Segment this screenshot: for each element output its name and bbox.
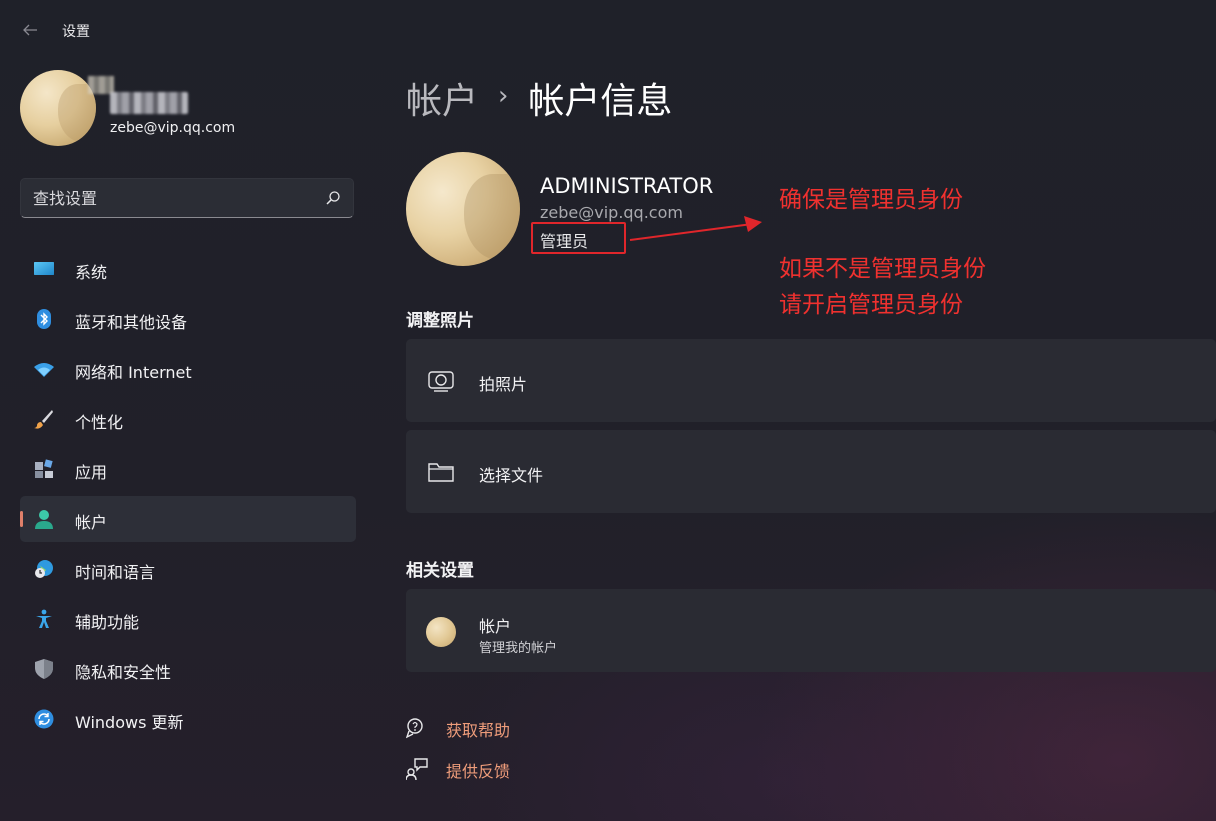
card-title: 帐户 [479,617,512,636]
brush-icon [34,410,53,429]
card-subtitle: 管理我的帐户 [479,641,558,656]
give-feedback-link[interactable]: 提供反馈 [406,756,646,782]
sidebar-item-label: 隐私和安全性 [75,663,172,682]
section-title-related-settings: 相关设置 [406,561,474,581]
account-icon [35,510,53,529]
sidebar-item-bluetooth[interactable]: 蓝牙和其他设备 [20,296,356,342]
link-label: 获取帮助 [446,721,511,740]
sidebar-item-label: 蓝牙和其他设备 [75,313,188,332]
profile-name: ADMINISTRATOR [540,174,714,198]
related-accounts-link[interactable]: 帐户 管理我的帐户 [406,589,1216,672]
feedback-icon [406,758,428,780]
app-title: 设置 [62,24,90,40]
back-button[interactable] [14,16,46,44]
monitor-icon [34,262,54,275]
account-avatar-icon [426,617,456,647]
bluetooth-icon [37,309,51,329]
apps-icon [35,459,53,478]
sidebar-item-privacy[interactable]: 隐私和安全性 [20,646,356,692]
camera-icon [428,371,454,392]
user-email: zebe@vip.qq.com [110,120,236,136]
breadcrumb: 帐户 › 帐户信息 [406,72,672,124]
link-label: 提供反馈 [446,762,511,781]
sidebar-item-label: 时间和语言 [75,563,156,582]
sidebar-nav: 系统 蓝牙和其他设备 网络和 Internet 个性化 应用 帐户 时间和语言 … [20,246,356,746]
globe-clock-icon [35,560,53,578]
breadcrumb-parent[interactable]: 帐户 [406,72,478,124]
sidebar-item-time-language[interactable]: 时间和语言 [20,546,356,592]
update-icon [34,709,54,729]
annotation-arrow [629,216,762,241]
annotation-text: 请开启管理员身份 [779,292,963,318]
card-label: 拍照片 [479,375,528,394]
sidebar-item-label: 辅助功能 [75,613,140,632]
settings-window: 设置 zebe@vip.qq.com 系统 [0,0,1216,821]
sidebar: zebe@vip.qq.com 系统 [0,60,372,820]
accessibility-icon [36,609,52,628]
sidebar-item-apps[interactable]: 应用 [20,446,356,492]
sidebar-item-label: 网络和 Internet [75,363,192,382]
main-content: 帐户 › 帐户信息 ADMINISTRATOR zebe@vip.qq.com … [406,60,1216,820]
sidebar-item-label: 应用 [75,463,108,482]
annotation-text: 确保是管理员身份 [779,187,963,213]
get-help-link[interactable]: 获取帮助 [406,715,646,741]
annotation-highlight-box [531,222,626,254]
sidebar-item-windows-update[interactable]: Windows 更新 [20,696,356,742]
back-arrow-icon [23,24,37,36]
user-avatar [20,70,96,146]
shield-icon [35,659,53,679]
choose-file-button[interactable]: 选择文件 [406,430,1216,513]
user-card[interactable]: zebe@vip.qq.com [20,70,360,150]
search-input[interactable] [33,179,313,217]
help-icon [406,718,423,739]
sidebar-item-label: 系统 [75,263,108,282]
sidebar-item-network[interactable]: 网络和 Internet [20,346,356,392]
sidebar-item-label: Windows 更新 [75,713,184,732]
breadcrumb-separator: › [498,81,509,111]
take-photo-button[interactable]: 拍照片 [406,339,1216,422]
search-icon[interactable] [325,190,341,206]
page-title: 帐户信息 [528,81,673,122]
search-box[interactable] [20,178,354,218]
sidebar-item-personalization[interactable]: 个性化 [20,396,356,442]
wifi-icon [34,363,54,377]
sidebar-item-label: 个性化 [75,413,124,432]
folder-icon [428,463,454,482]
sidebar-item-system[interactable]: 系统 [20,246,356,292]
sidebar-item-accessibility[interactable]: 辅助功能 [20,596,356,642]
sidebar-item-label: 帐户 [75,513,108,532]
sidebar-item-accounts[interactable]: 帐户 [20,496,356,542]
title-bar: 设置 [0,12,380,48]
profile-avatar [406,152,520,266]
card-label: 选择文件 [479,466,544,485]
user-name-pixelated [110,92,188,114]
annotation-text: 如果不是管理员身份 [779,256,986,282]
section-title-adjust-photo: 调整照片 [406,311,474,331]
